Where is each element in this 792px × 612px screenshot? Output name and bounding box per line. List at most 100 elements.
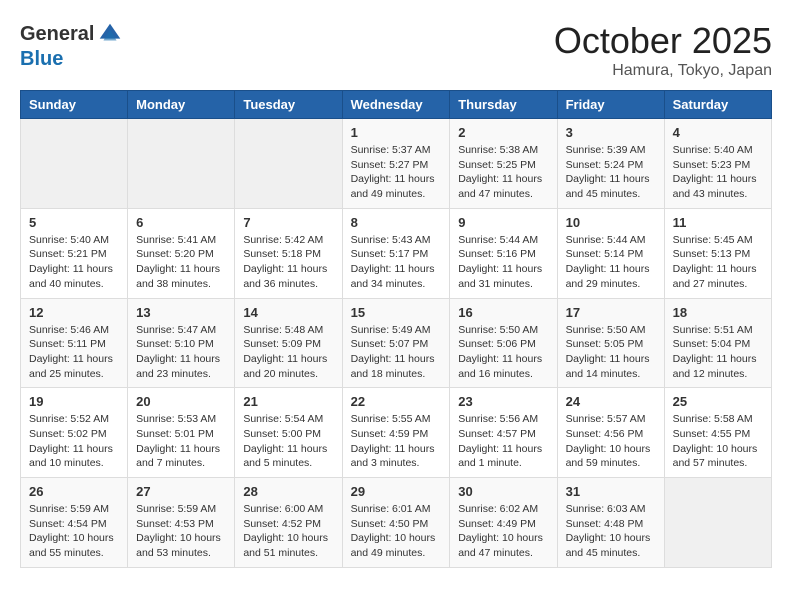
day-number: 12 [29,305,119,320]
calendar-cell: 9 Sunrise: 5:44 AM Sunset: 5:16 PM Daylig… [450,208,557,298]
day-info: Sunrise: 6:03 AM Sunset: 4:48 PM Dayligh… [566,502,656,561]
day-info: Sunrise: 5:57 AM Sunset: 4:56 PM Dayligh… [566,412,656,471]
day-number: 21 [243,394,333,409]
day-info: Sunrise: 5:44 AM Sunset: 5:16 PM Dayligh… [458,233,548,292]
weekday-header-friday: Friday [557,91,664,119]
calendar-cell: 28 Sunrise: 6:00 AM Sunset: 4:52 PM Dayli… [235,478,342,568]
day-info: Sunrise: 6:01 AM Sunset: 4:50 PM Dayligh… [351,502,442,561]
logo-general-text: General [20,23,94,46]
day-number: 17 [566,305,656,320]
calendar-cell: 12 Sunrise: 5:46 AM Sunset: 5:11 PM Dayli… [21,298,128,388]
day-info: Sunrise: 5:50 AM Sunset: 5:05 PM Dayligh… [566,323,656,382]
day-info: Sunrise: 5:56 AM Sunset: 4:57 PM Dayligh… [458,412,548,471]
day-info: Sunrise: 5:37 AM Sunset: 5:27 PM Dayligh… [351,143,442,202]
day-info: Sunrise: 5:41 AM Sunset: 5:20 PM Dayligh… [136,233,226,292]
day-number: 23 [458,394,548,409]
day-number: 30 [458,484,548,499]
day-number: 7 [243,215,333,230]
calendar-cell: 27 Sunrise: 5:59 AM Sunset: 4:53 PM Dayli… [128,478,235,568]
calendar-week-3: 12 Sunrise: 5:46 AM Sunset: 5:11 PM Dayli… [21,298,772,388]
title-block: October 2025 Hamura, Tokyo, Japan [554,20,772,80]
day-number: 27 [136,484,226,499]
calendar-cell: 18 Sunrise: 5:51 AM Sunset: 5:04 PM Dayli… [664,298,771,388]
day-number: 6 [136,215,226,230]
calendar-cell: 23 Sunrise: 5:56 AM Sunset: 4:57 PM Dayli… [450,388,557,478]
day-number: 25 [673,394,763,409]
day-info: Sunrise: 6:00 AM Sunset: 4:52 PM Dayligh… [243,502,333,561]
day-number: 16 [458,305,548,320]
day-info: Sunrise: 5:45 AM Sunset: 5:13 PM Dayligh… [673,233,763,292]
day-number: 18 [673,305,763,320]
day-number: 4 [673,125,763,140]
calendar-cell: 29 Sunrise: 6:01 AM Sunset: 4:50 PM Dayli… [342,478,450,568]
weekday-header-sunday: Sunday [21,91,128,119]
day-number: 8 [351,215,442,230]
calendar-cell: 19 Sunrise: 5:52 AM Sunset: 5:02 PM Dayli… [21,388,128,478]
calendar-cell: 22Sunrise: 5:55 AM Sunset: 4:59 PM Dayli… [342,388,450,478]
day-info: Sunrise: 5:52 AM Sunset: 5:02 PM Dayligh… [29,412,119,471]
weekday-header-thursday: Thursday [450,91,557,119]
day-number: 1 [351,125,442,140]
day-number: 31 [566,484,656,499]
day-info: Sunrise: 5:43 AM Sunset: 5:17 PM Dayligh… [351,233,442,292]
calendar-cell: 25 Sunrise: 5:58 AM Sunset: 4:55 PM Dayli… [664,388,771,478]
day-number: 20 [136,394,226,409]
day-info: Sunrise: 5:47 AM Sunset: 5:10 PM Dayligh… [136,323,226,382]
logo-blue-text: Blue [20,48,63,71]
calendar-cell: 26 Sunrise: 5:59 AM Sunset: 4:54 PM Dayli… [21,478,128,568]
calendar-week-5: 26 Sunrise: 5:59 AM Sunset: 4:54 PM Dayli… [21,478,772,568]
day-number: 11 [673,215,763,230]
calendar-cell [128,119,235,209]
day-info: Sunrise: 5:51 AM Sunset: 5:04 PM Dayligh… [673,323,763,382]
day-info: Sunrise: 5:53 AM Sunset: 5:01 PM Dayligh… [136,412,226,471]
logo: General Blue [20,20,124,71]
day-number: 19 [29,394,119,409]
day-info: Sunrise: 5:42 AM Sunset: 5:18 PM Dayligh… [243,233,333,292]
weekday-header-monday: Monday [128,91,235,119]
day-number: 26 [29,484,119,499]
weekday-header-tuesday: Tuesday [235,91,342,119]
calendar-cell: 20 Sunrise: 5:53 AM Sunset: 5:01 PM Dayli… [128,388,235,478]
day-info: Sunrise: 5:59 AM Sunset: 4:53 PM Dayligh… [136,502,226,561]
calendar-cell: 13Sunrise: 5:47 AM Sunset: 5:10 PM Dayli… [128,298,235,388]
page-header: General Blue October 2025 Hamura, Tokyo,… [20,20,772,80]
day-info: Sunrise: 5:58 AM Sunset: 4:55 PM Dayligh… [673,412,763,471]
calendar-cell: 8 Sunrise: 5:43 AM Sunset: 5:17 PM Daylig… [342,208,450,298]
calendar-week-1: 1 Sunrise: 5:37 AM Sunset: 5:27 PM Daylig… [21,119,772,209]
day-info: Sunrise: 5:46 AM Sunset: 5:11 PM Dayligh… [29,323,119,382]
day-number: 24 [566,394,656,409]
day-info: Sunrise: 5:39 AM Sunset: 5:24 PM Dayligh… [566,143,656,202]
calendar-cell: 15 Sunrise: 5:49 AM Sunset: 5:07 PM Dayli… [342,298,450,388]
day-info: Sunrise: 5:59 AM Sunset: 4:54 PM Dayligh… [29,502,119,561]
day-number: 29 [351,484,442,499]
calendar-cell: 21 Sunrise: 5:54 AM Sunset: 5:00 PM Dayli… [235,388,342,478]
calendar-cell: 14Sunrise: 5:48 AM Sunset: 5:09 PM Dayli… [235,298,342,388]
calendar-table: SundayMondayTuesdayWednesdayThursdayFrid… [20,90,772,568]
day-info: Sunrise: 5:55 AM Sunset: 4:59 PM Dayligh… [351,412,442,471]
day-info: Sunrise: 5:40 AM Sunset: 5:23 PM Dayligh… [673,143,763,202]
calendar-cell: 11 Sunrise: 5:45 AM Sunset: 5:13 PM Dayli… [664,208,771,298]
day-info: Sunrise: 5:44 AM Sunset: 5:14 PM Dayligh… [566,233,656,292]
calendar-cell: 10Sunrise: 5:44 AM Sunset: 5:14 PM Dayli… [557,208,664,298]
day-number: 28 [243,484,333,499]
day-info: Sunrise: 5:48 AM Sunset: 5:09 PM Dayligh… [243,323,333,382]
day-info: Sunrise: 5:49 AM Sunset: 5:07 PM Dayligh… [351,323,442,382]
day-info: Sunrise: 5:38 AM Sunset: 5:25 PM Dayligh… [458,143,548,202]
calendar-cell: 6 Sunrise: 5:41 AM Sunset: 5:20 PM Daylig… [128,208,235,298]
day-number: 15 [351,305,442,320]
calendar-cell: 1 Sunrise: 5:37 AM Sunset: 5:27 PM Daylig… [342,119,450,209]
calendar-cell [21,119,128,209]
calendar-cell [664,478,771,568]
weekday-header-row: SundayMondayTuesdayWednesdayThursdayFrid… [21,91,772,119]
day-number: 9 [458,215,548,230]
calendar-week-4: 19 Sunrise: 5:52 AM Sunset: 5:02 PM Dayli… [21,388,772,478]
day-info: Sunrise: 5:54 AM Sunset: 5:00 PM Dayligh… [243,412,333,471]
day-number: 2 [458,125,548,140]
calendar-cell: 17 Sunrise: 5:50 AM Sunset: 5:05 PM Dayli… [557,298,664,388]
calendar-cell: 16 Sunrise: 5:50 AM Sunset: 5:06 PM Dayli… [450,298,557,388]
calendar-cell: 3Sunrise: 5:39 AM Sunset: 5:24 PM Daylig… [557,119,664,209]
calendar-cell: 31 Sunrise: 6:03 AM Sunset: 4:48 PM Dayli… [557,478,664,568]
calendar-cell: 24 Sunrise: 5:57 AM Sunset: 4:56 PM Dayli… [557,388,664,478]
weekday-header-wednesday: Wednesday [342,91,450,119]
day-info: Sunrise: 5:50 AM Sunset: 5:06 PM Dayligh… [458,323,548,382]
